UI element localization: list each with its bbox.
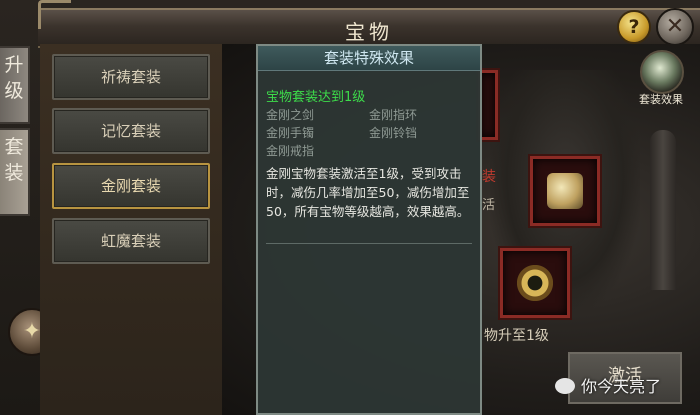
close-button[interactable]: ✕ — [656, 8, 694, 46]
scene-text-grey: 活 — [482, 198, 496, 213]
set-item-memory[interactable]: 记忆套装 — [52, 108, 210, 154]
tooltip-description: 金刚宝物套装激活至1级，受到攻击时，减伤几率增加至50，减伤增加至50，所有宝物… — [266, 166, 470, 219]
gauntlet-icon — [547, 173, 583, 209]
window-title: 宝物 — [345, 20, 393, 44]
tab-set[interactable]: 套装 — [0, 128, 30, 216]
tooltip-item: 金刚铃铛 — [369, 126, 418, 140]
corner-ornament — [38, 0, 71, 29]
ring-icon — [517, 265, 553, 301]
tooltip-item: 金刚戒指 — [266, 144, 315, 158]
tooltip-divider — [266, 243, 472, 244]
stone-pillar-image — [650, 130, 676, 290]
watermark-text: 你今天亮了 — [581, 377, 662, 396]
wechat-icon — [555, 378, 575, 394]
tooltip-title: 套装特殊效果 — [258, 46, 480, 71]
title-bar: 宝物 — [38, 8, 700, 48]
set-effect-label[interactable]: 套装效果 — [630, 91, 692, 107]
tooltip-item: 金刚手镯 — [266, 126, 315, 140]
set-item-prayer[interactable]: 祈祷套装 — [52, 54, 210, 100]
set-effect-icon[interactable] — [640, 50, 684, 94]
tooltip-item: 金刚之剑 — [266, 108, 315, 122]
tooltip-threshold: 宝物套装达到1级 — [266, 90, 366, 105]
treasure-slot-bracelet[interactable] — [530, 156, 600, 226]
watermark: 你今天亮了 — [555, 373, 661, 397]
tooltip-item: 金刚指环 — [369, 108, 418, 122]
upgrade-hint-text: 物升至1级 — [484, 328, 549, 344]
set-list-panel: 祈祷套装 记忆套装 金刚套装 虹魔套装 — [40, 44, 224, 415]
set-item-vajra[interactable]: 金刚套装 — [52, 163, 210, 209]
tooltip-item-list: 金刚之剑 金刚指环 金刚手镯 金刚铃铛 金刚戒指 — [266, 106, 476, 160]
set-item-rainbow-demon[interactable]: 虹魔套装 — [52, 218, 210, 264]
help-button[interactable]: ? — [617, 10, 651, 44]
scene-text-red: 装 — [482, 169, 496, 185]
treasure-slot-ring[interactable] — [500, 248, 570, 318]
set-effect-tooltip: 套装特殊效果 宝物套装达到1级 金刚之剑 金刚指环 金刚手镯 金刚铃铛 金刚戒指 金… — [256, 44, 482, 415]
tab-upgrade[interactable]: 升级 — [0, 46, 30, 124]
